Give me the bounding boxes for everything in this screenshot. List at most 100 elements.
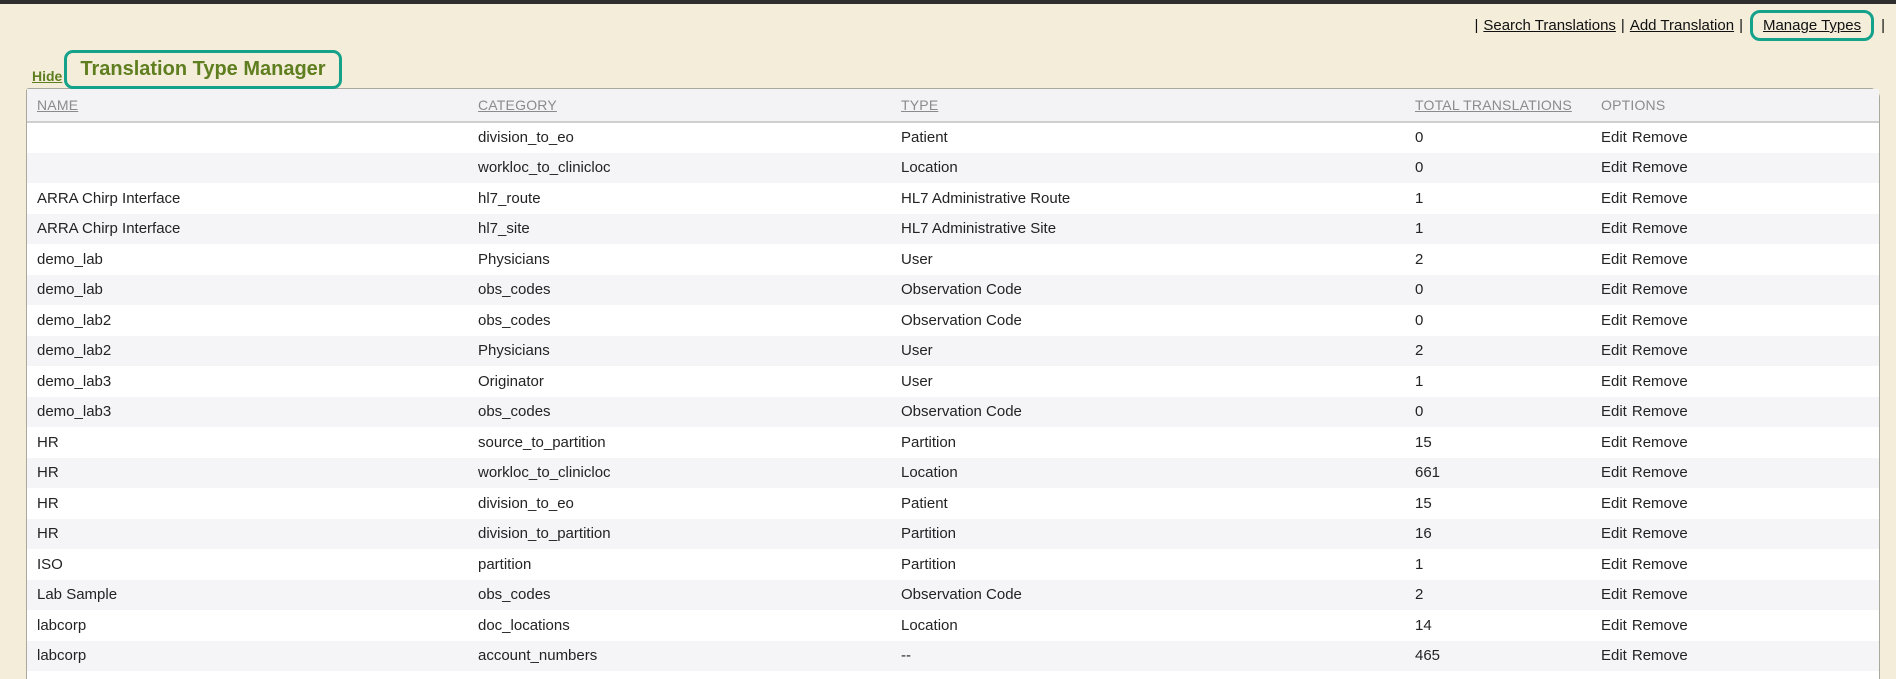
top-nav: | Search Translations | Add Translation …: [1469, 10, 1890, 41]
cell-type: Location: [891, 458, 1405, 489]
cell-options: Edit Remove: [1591, 244, 1879, 275]
cell-total-translations: 1: [1405, 366, 1591, 397]
table-row: demo_lab3 Originator User 1 EditRemove: [27, 366, 1879, 397]
remove-link[interactable]: Remove: [1632, 617, 1688, 634]
edit-link[interactable]: Edit: [1601, 251, 1627, 268]
cell-options: Edit Remove: [1591, 488, 1879, 519]
cell-options: Edit Remove: [1591, 122, 1879, 153]
column-header-options: OPTIONS: [1591, 89, 1879, 122]
table-row: HR division_to_eo Patient 15 EditRemove: [27, 488, 1879, 519]
remove-link[interactable]: Remove: [1632, 434, 1688, 451]
remove-link[interactable]: Remove: [1632, 129, 1688, 146]
cell-category: division_to_partition: [468, 519, 891, 550]
cell-options: Edit Remove: [1591, 641, 1879, 672]
cell-name: ARRA Chirp Interface: [27, 183, 468, 214]
remove-link[interactable]: Remove: [1632, 251, 1688, 268]
nav-link-manage-types[interactable]: Manage Types: [1763, 17, 1861, 34]
remove-link[interactable]: Remove: [1632, 647, 1688, 664]
edit-link[interactable]: Edit: [1601, 647, 1627, 664]
column-header-type[interactable]: TYPE: [891, 89, 1405, 122]
remove-link[interactable]: Remove: [1632, 403, 1688, 420]
cell-type: Partition: [891, 519, 1405, 550]
cell-category: hl7_route: [468, 183, 891, 214]
cell-options: Edit Remove: [1591, 183, 1879, 214]
cell-options: Edit Remove: [1591, 397, 1879, 428]
cell-type: Location: [891, 610, 1405, 641]
cell-options: Edit Remove: [1591, 580, 1879, 611]
cell-total-translations: 15: [1405, 427, 1591, 458]
remove-link[interactable]: Remove: [1632, 159, 1688, 176]
edit-link[interactable]: Edit: [1601, 373, 1627, 390]
remove-link[interactable]: Remove: [1632, 342, 1688, 359]
edit-link[interactable]: Edit: [1601, 403, 1627, 420]
remove-link[interactable]: Remove: [1632, 586, 1688, 603]
edit-link[interactable]: Edit: [1601, 464, 1627, 481]
edit-link[interactable]: Edit: [1601, 434, 1627, 451]
cell-total-translations: 2: [1405, 580, 1591, 611]
edit-link[interactable]: Edit: [1601, 312, 1627, 329]
edit-link[interactable]: Edit: [1601, 586, 1627, 603]
cell-name: demo_lab: [27, 275, 468, 306]
table-row: HR division_to_partition Partition 16 Ed…: [27, 519, 1879, 550]
cell-options: EditRemove: [1591, 671, 1879, 679]
edit-link[interactable]: Edit: [1601, 281, 1627, 298]
edit-link[interactable]: Edit: [1601, 220, 1627, 237]
cell-category: obs_codes: [468, 275, 891, 306]
edit-link[interactable]: Edit: [1601, 556, 1627, 573]
cell-options: Edit Remove: [1591, 336, 1879, 367]
edit-link[interactable]: Edit: [1601, 159, 1627, 176]
remove-link[interactable]: Remove: [1632, 556, 1688, 573]
edit-link[interactable]: Edit: [1601, 342, 1627, 359]
cell-total-translations: 1: [1405, 671, 1591, 679]
cell-type: Observation Code: [891, 305, 1405, 336]
cell-options: Edit Remove: [1591, 275, 1879, 306]
remove-link[interactable]: Remove: [1632, 525, 1688, 542]
cell-category: obs_codes: [468, 580, 891, 611]
cell-name: demo_lab3: [27, 366, 468, 397]
cell-name: ARRA Chirp Interface: [27, 214, 468, 245]
column-header-category[interactable]: CATEGORY: [468, 89, 891, 122]
cell-total-translations: 0: [1405, 153, 1591, 184]
remove-link[interactable]: Remove: [1632, 281, 1688, 298]
table-row: ISO partition Partition 1 EditRemove: [27, 549, 1879, 580]
table-row: ARRA Chirp Interface hl7_route HL7 Admin…: [27, 183, 1879, 214]
cell-name: demo_lab2: [27, 336, 468, 367]
table-row: demo_lab2 Physicians User 2 EditRemove: [27, 336, 1879, 367]
nav-link-add-translation[interactable]: Add Translation: [1630, 17, 1734, 34]
remove-link[interactable]: Remove: [1632, 190, 1688, 207]
cell-category: division_to_eo: [468, 488, 891, 519]
cell-name: [27, 122, 468, 153]
panel-legend: Hide Translation Type Manager: [28, 50, 342, 89]
cell-options: Edit Remove: [1591, 519, 1879, 550]
cell-type: --: [891, 641, 1405, 672]
edit-link[interactable]: Edit: [1601, 525, 1627, 542]
cell-type: Patient: [891, 488, 1405, 519]
hide-link[interactable]: Hide: [28, 68, 64, 84]
cell-total-translations: 2: [1405, 336, 1591, 367]
remove-link[interactable]: Remove: [1632, 495, 1688, 512]
column-header-total-translations[interactable]: TOTAL TRANSLATIONS: [1405, 89, 1591, 122]
cell-total-translations: 0: [1405, 305, 1591, 336]
edit-link[interactable]: Edit: [1601, 617, 1627, 634]
remove-link[interactable]: Remove: [1632, 464, 1688, 481]
cell-category: authorities: [468, 671, 891, 679]
nav-link-search-translations[interactable]: Search Translations: [1483, 17, 1616, 34]
cell-total-translations: 16: [1405, 519, 1591, 550]
cell-type: Partition: [891, 427, 1405, 458]
cell-type: User: [891, 366, 1405, 397]
cell-type: Patient: [891, 122, 1405, 153]
remove-link[interactable]: Remove: [1632, 312, 1688, 329]
table-row: Lab Sample obs_codes Observation Code 2 …: [27, 580, 1879, 611]
cell-category: Physicians: [468, 336, 891, 367]
remove-link[interactable]: Remove: [1632, 220, 1688, 237]
column-header-name[interactable]: NAME: [27, 89, 468, 122]
cell-name: demo_lab2: [27, 305, 468, 336]
cell-type: [891, 671, 1405, 679]
remove-link[interactable]: Remove: [1632, 373, 1688, 390]
cell-name: demo_lab: [27, 244, 468, 275]
top-border: [0, 0, 1896, 4]
edit-link[interactable]: Edit: [1601, 495, 1627, 512]
edit-link[interactable]: Edit: [1601, 190, 1627, 207]
table-body: division_to_eo Patient 0 EditRemove work…: [27, 122, 1879, 679]
edit-link[interactable]: Edit: [1601, 129, 1627, 146]
